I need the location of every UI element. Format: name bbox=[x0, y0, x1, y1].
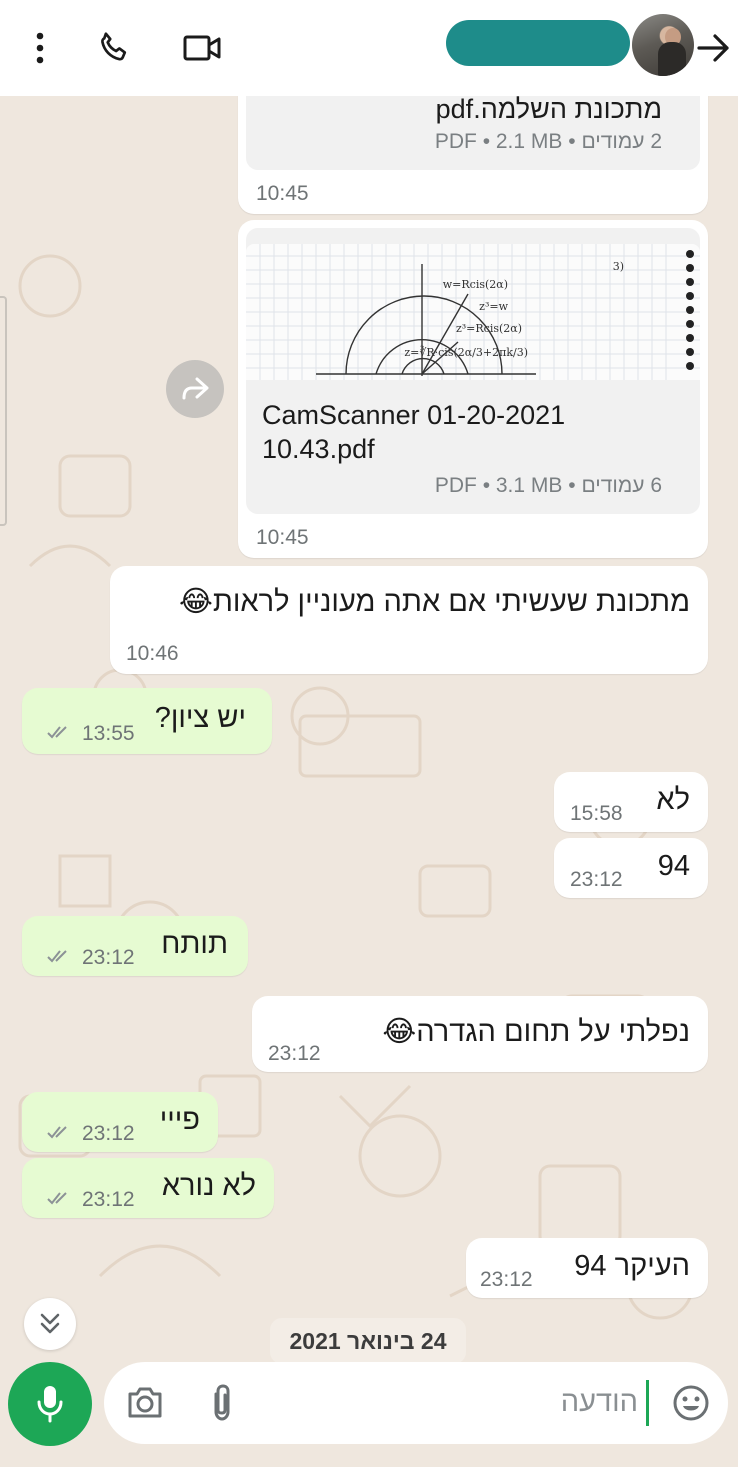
message-incoming[interactable]: מתכונת שעשיתי אם אתה מעוניין לראות😂 10:4… bbox=[110, 566, 708, 674]
more-options-button[interactable] bbox=[18, 26, 62, 70]
message-outgoing[interactable]: יש ציון? 13:55 bbox=[22, 688, 272, 754]
camera-icon bbox=[128, 1387, 162, 1418]
contact-name-redacted[interactable] bbox=[446, 20, 630, 66]
message-text: תותח bbox=[161, 928, 228, 960]
svg-text:w=Rcis(2α): w=Rcis(2α) bbox=[443, 278, 508, 291]
message-text: נפלתי על תחום הגדרה😂 bbox=[382, 1016, 690, 1048]
message-text: לא bbox=[656, 784, 690, 816]
message-time: 10:46 bbox=[126, 642, 179, 665]
mic-icon bbox=[37, 1386, 63, 1423]
emoji-icon bbox=[673, 1385, 709, 1421]
forward-button[interactable] bbox=[166, 360, 224, 418]
attach-icon bbox=[214, 1384, 230, 1421]
message-text: מתכונת שעשיתי אם אתה מעוניין לראות😂 bbox=[178, 586, 690, 618]
back-button[interactable] bbox=[692, 26, 736, 70]
message-document[interactable]: מתכונת השלמה.pdf 2 עמודים • PDF • 2.1 MB… bbox=[238, 86, 708, 214]
read-ticks-icon bbox=[47, 950, 67, 963]
document-card[interactable]: מתכונת השלמה.pdf 2 עמודים • PDF • 2.1 MB bbox=[246, 86, 700, 170]
forward-icon bbox=[182, 377, 209, 400]
svg-text:z³=Rcis(2α): z³=Rcis(2α) bbox=[456, 322, 522, 335]
document-thumbnail[interactable]: w=Rcis(2α) z³=w z³=Rcis(2α) z=∛R·cis(2α/… bbox=[246, 244, 700, 380]
attach-button[interactable] bbox=[204, 1382, 240, 1424]
message-text: לא נורא bbox=[161, 1170, 256, 1202]
document-meta: 2 עמודים • PDF • 2.1 MB bbox=[434, 130, 662, 153]
message-time: 23:12 bbox=[480, 1268, 533, 1291]
document-name-line2: 10.43.pdf bbox=[262, 434, 375, 464]
chat-header bbox=[0, 0, 738, 96]
message-time: 23:12 bbox=[82, 1122, 135, 1145]
message-input[interactable]: הודעה bbox=[561, 1386, 638, 1419]
message-outgoing[interactable]: לא נורא 23:12 bbox=[22, 1158, 274, 1218]
document-meta: 6 עמודים • PDF • 3.1 MB bbox=[434, 474, 662, 497]
document-card[interactable]: w=Rcis(2α) z³=w z³=Rcis(2α) z=∛R·cis(2α/… bbox=[246, 228, 700, 514]
message-incoming[interactable]: נפלתי על תחום הגדרה😂 23:12 bbox=[252, 996, 708, 1072]
message-time: 23:12 bbox=[82, 1188, 135, 1211]
message-text: 94 bbox=[657, 850, 690, 882]
message-document[interactable]: w=Rcis(2α) z³=w z³=Rcis(2α) z=∛R·cis(2α/… bbox=[238, 220, 708, 558]
message-incoming[interactable]: העיקר 94 23:12 bbox=[466, 1238, 708, 1298]
camera-button[interactable] bbox=[124, 1382, 166, 1424]
message-incoming[interactable]: 94 23:12 bbox=[554, 838, 708, 898]
read-ticks-icon bbox=[47, 726, 67, 739]
arrow-right-icon bbox=[697, 34, 729, 62]
read-ticks-icon bbox=[47, 1192, 67, 1205]
date-separator: 24 בינואר 2021 bbox=[270, 1318, 466, 1364]
read-ticks-icon bbox=[47, 1126, 67, 1139]
message-incoming[interactable]: לא 15:58 bbox=[554, 772, 708, 832]
message-time: 23:12 bbox=[570, 868, 623, 891]
message-outgoing[interactable]: פייי 23:12 bbox=[22, 1092, 218, 1152]
message-text: העיקר 94 bbox=[574, 1250, 690, 1282]
message-outgoing[interactable]: תותח 23:12 bbox=[22, 916, 248, 976]
voice-message-button[interactable] bbox=[8, 1362, 92, 1446]
svg-text:z=∛R·cis(2α/3+2πk/3): z=∛R·cis(2α/3+2πk/3) bbox=[404, 345, 528, 359]
message-text: יש ציון? bbox=[154, 702, 246, 734]
message-time: 10:45 bbox=[256, 526, 309, 549]
message-time: 23:12 bbox=[268, 1042, 321, 1065]
svg-text:(3: (3 bbox=[613, 260, 624, 273]
phone-icon bbox=[101, 32, 127, 61]
text-cursor bbox=[646, 1380, 649, 1426]
message-composer: הודעה bbox=[104, 1362, 728, 1444]
message-time: 15:58 bbox=[570, 802, 623, 825]
voice-call-button[interactable] bbox=[92, 26, 136, 70]
message-time: 13:55 bbox=[82, 722, 135, 745]
message-text: פייי bbox=[159, 1104, 200, 1136]
graph-paper-thumbnail: w=Rcis(2α) z³=w z³=Rcis(2α) z=∛R·cis(2α/… bbox=[246, 244, 700, 380]
contact-avatar[interactable] bbox=[632, 14, 694, 76]
double-chevron-down-icon bbox=[40, 1313, 60, 1334]
emoji-button[interactable] bbox=[670, 1382, 712, 1424]
svg-text:z³=w: z³=w bbox=[479, 300, 508, 313]
scroll-indicator bbox=[0, 296, 7, 526]
message-time: 10:45 bbox=[256, 182, 309, 205]
video-icon bbox=[183, 35, 221, 61]
document-name: מתכונת השלמה.pdf bbox=[435, 94, 662, 124]
video-call-button[interactable] bbox=[180, 26, 224, 70]
message-time: 23:12 bbox=[82, 946, 135, 969]
scroll-to-bottom-button[interactable] bbox=[24, 1298, 76, 1350]
more-vertical-icon bbox=[36, 32, 44, 64]
document-name-line1: CamScanner 01-20-2021 bbox=[262, 400, 566, 430]
